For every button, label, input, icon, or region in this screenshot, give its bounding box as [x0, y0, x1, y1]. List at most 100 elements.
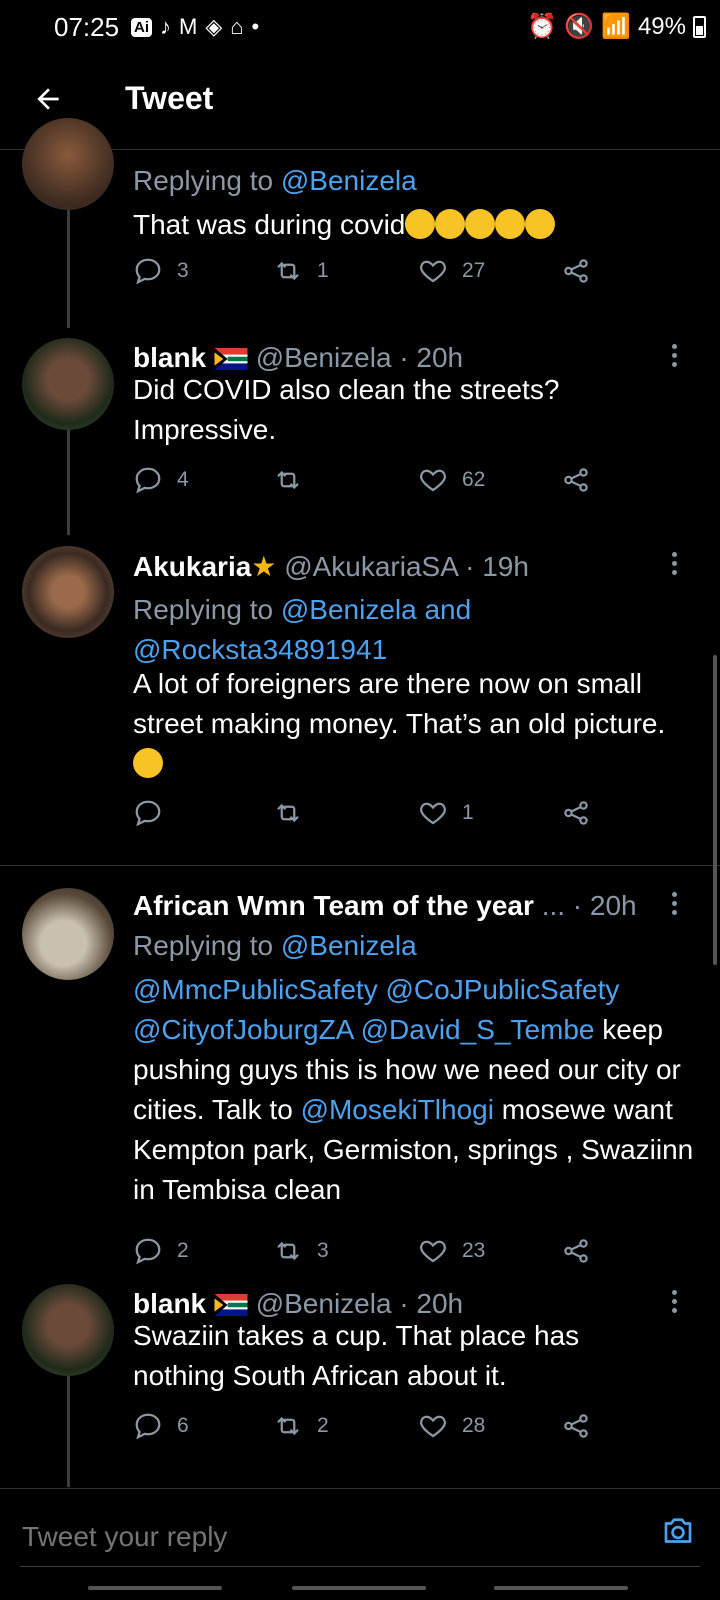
tweet-text: @MmcPublicSafety @CoJPublicSafety @Cityo…: [133, 974, 694, 1205]
grinning-emoji-icon: [133, 748, 163, 778]
laughing-emoji-icon: [405, 209, 556, 240]
retweet-button[interactable]: 3: [273, 1236, 329, 1266]
heart-icon: [420, 802, 446, 825]
battery-icon: [693, 15, 706, 38]
divider: [0, 865, 720, 866]
reply-button[interactable]: [133, 798, 163, 828]
reply-icon: [135, 1413, 161, 1440]
display-name[interactable]: blank: [133, 1288, 206, 1319]
display-name[interactable]: blank: [133, 342, 206, 373]
tweet-actions: 2 3 23: [133, 1236, 613, 1272]
share-icon: [564, 1239, 588, 1263]
notification-icons: Ai ♪ M ◈ ⌂ •: [131, 12, 259, 42]
mention-links[interactable]: @MmcPublicSafety @CoJPublicSafety @Cityo…: [133, 974, 619, 1045]
battery-percent: 49%: [637, 12, 686, 40]
avatar[interactable]: [22, 888, 114, 980]
tiktok-icon: ♪: [160, 14, 171, 39]
replying-to: Replying to @Benizela: [133, 165, 417, 196]
heart-icon: [420, 469, 446, 492]
more-options-icon[interactable]: [672, 340, 682, 371]
status-time: 07:25: [54, 12, 120, 42]
mention-link[interactable]: @Benizela: [281, 930, 417, 961]
south-africa-flag-icon: [214, 1294, 248, 1316]
tweet-actions: 3 1 27: [133, 256, 613, 292]
tweet-text: Swaziin takes a cup. That place has noth…: [133, 1320, 580, 1391]
like-button[interactable]: 23: [418, 1236, 485, 1266]
share-button[interactable]: [561, 1411, 591, 1441]
reply-icon: [135, 1238, 161, 1265]
wifi-icon: 📶: [601, 13, 631, 40]
reply-icon: [135, 258, 161, 285]
share-icon: [564, 801, 588, 825]
reply-underline: [20, 1566, 700, 1567]
tweet-header: Akukaria★ @AkukariaSA · 19h: [133, 550, 529, 583]
retweet-button[interactable]: 1: [273, 256, 329, 286]
star-icon: ★: [251, 551, 277, 582]
retweet-button[interactable]: [273, 798, 303, 828]
handle-time: @AkukariaSA · 19h: [284, 551, 529, 582]
share-icon: [564, 468, 588, 492]
avatar[interactable]: [22, 546, 114, 638]
share-icon: [564, 259, 588, 283]
direction-icon: ◈: [205, 14, 223, 39]
retweet-button[interactable]: [273, 465, 303, 495]
tweet-actions: 1: [133, 798, 613, 834]
like-button[interactable]: 62: [418, 465, 485, 495]
tweet[interactable]: blank @Benizela · 20h Swaziin takes a cu…: [0, 1276, 720, 1486]
avatar[interactable]: [22, 338, 114, 430]
app-bar: Tweet: [0, 54, 720, 150]
retweet-icon: [277, 803, 299, 823]
share-button[interactable]: [561, 1236, 591, 1266]
share-button[interactable]: [561, 798, 591, 828]
more-options-icon[interactable]: [672, 1286, 682, 1317]
reply-composer: [0, 1488, 720, 1599]
reply-icon: [135, 467, 161, 494]
retweet-icon: [277, 1241, 299, 1261]
avatar[interactable]: [22, 118, 114, 210]
heart-icon: [420, 260, 446, 283]
tweet-header: African Wmn Team of the year ... · 20h: [133, 890, 637, 922]
south-africa-flag-icon: [214, 348, 248, 370]
display-name[interactable]: African Wmn Team of the year: [133, 890, 534, 921]
more-options-icon[interactable]: [672, 888, 682, 919]
scrollbar[interactable]: [713, 655, 717, 965]
retweet-button[interactable]: 2: [273, 1411, 329, 1441]
reply-button[interactable]: 2: [133, 1236, 189, 1266]
tweet[interactable]: African Wmn Team of the year ... · 20h R…: [0, 868, 720, 1270]
nav-gesture-bar[interactable]: [88, 1586, 222, 1590]
camera-icon[interactable]: [660, 1513, 696, 1549]
mention-link[interactable]: @Benizela: [281, 165, 417, 196]
display-name[interactable]: Akukaria: [133, 551, 251, 582]
handle-time: ... · 20h: [541, 890, 637, 921]
tweet-text: A lot of foreigners are there now on sma…: [133, 664, 693, 784]
alarm-icon: ⏰: [527, 13, 558, 40]
retweet-icon: [277, 261, 299, 281]
retweet-icon: [277, 1416, 299, 1436]
reply-button[interactable]: 6: [133, 1411, 189, 1441]
share-icon: [564, 1414, 588, 1438]
heart-icon: [420, 1415, 446, 1438]
gmail-icon: M: [179, 14, 198, 39]
share-button[interactable]: [561, 465, 591, 495]
status-bar: 07:25 Ai ♪ M ◈ ⌂ • ⏰ 🔇 📶 49%: [0, 0, 720, 54]
avatar[interactable]: [22, 1284, 114, 1376]
more-options-icon[interactable]: [672, 548, 682, 579]
like-button[interactable]: 27: [418, 256, 485, 286]
tweet[interactable]: Akukaria★ @AkukariaSA · 19h Replying to …: [0, 538, 720, 863]
like-button[interactable]: 28: [418, 1411, 485, 1441]
page-title: Tweet: [125, 80, 214, 116]
home-icon: ⌂: [230, 14, 244, 39]
reply-input[interactable]: [20, 1513, 624, 1561]
reply-icon: [135, 800, 161, 827]
nav-gesture-bar[interactable]: [292, 1586, 426, 1590]
tweet[interactable]: blank @Benizela · 20h Did COVID also cle…: [0, 330, 720, 535]
tweet[interactable]: Replying to @Benizela That was during co…: [0, 118, 720, 328]
nav-gesture-bar[interactable]: [494, 1586, 628, 1590]
share-button[interactable]: [561, 256, 591, 286]
reply-button[interactable]: 3: [133, 256, 189, 286]
like-button[interactable]: 1: [418, 798, 474, 828]
mention-link[interactable]: @MosekiTlhogi: [301, 1094, 494, 1125]
reply-button[interactable]: 4: [133, 465, 189, 495]
tweet-actions: 6 2 28: [133, 1411, 613, 1447]
retweet-icon: [277, 470, 299, 490]
